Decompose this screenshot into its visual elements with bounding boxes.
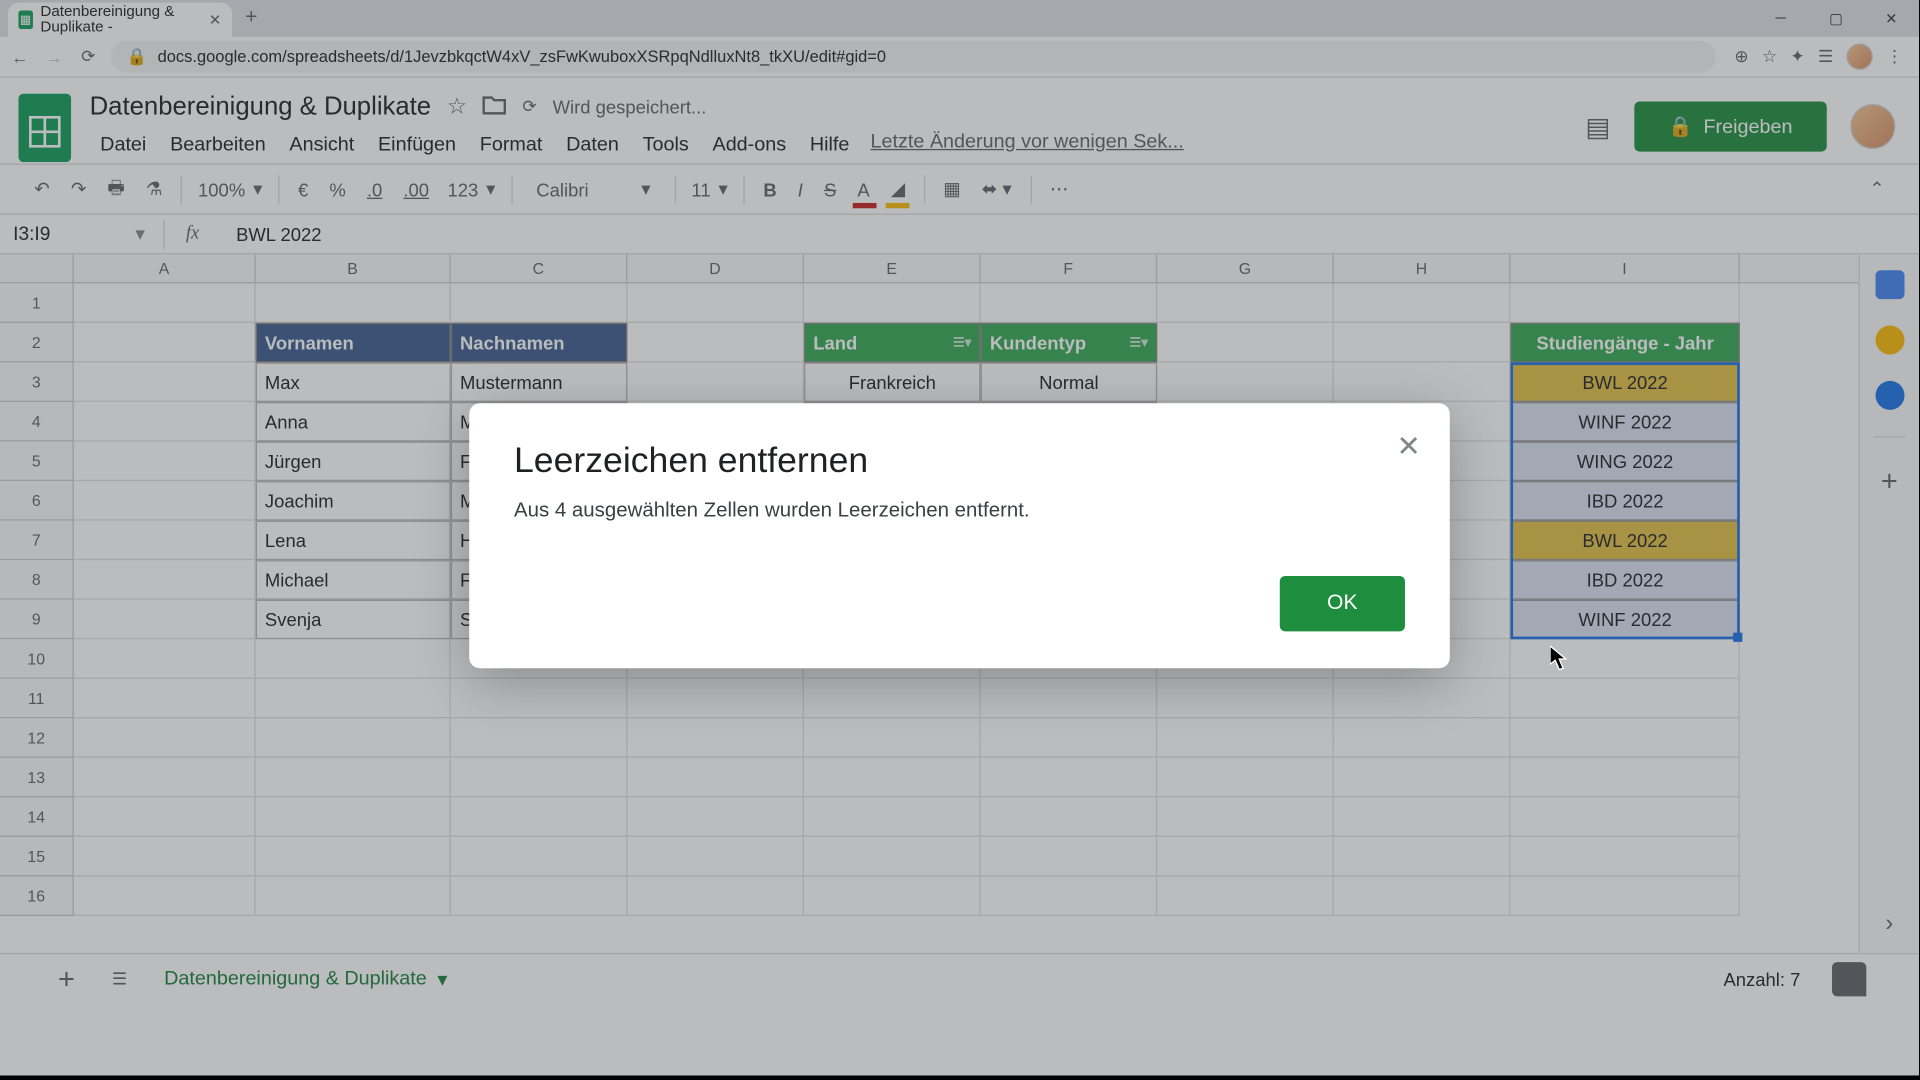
- dialog-title: Leerzeichen entfernen: [514, 440, 1405, 481]
- dialog-message: Aus 4 ausgewählten Zellen wurden Leerzei…: [514, 500, 1405, 524]
- dialog-close-icon[interactable]: ✕: [1397, 430, 1421, 464]
- trim-whitespace-dialog: ✕ Leerzeichen entfernen Aus 4 ausgewählt…: [469, 403, 1450, 668]
- ok-button[interactable]: OK: [1280, 576, 1405, 631]
- mouse-cursor-icon: [1550, 646, 1568, 672]
